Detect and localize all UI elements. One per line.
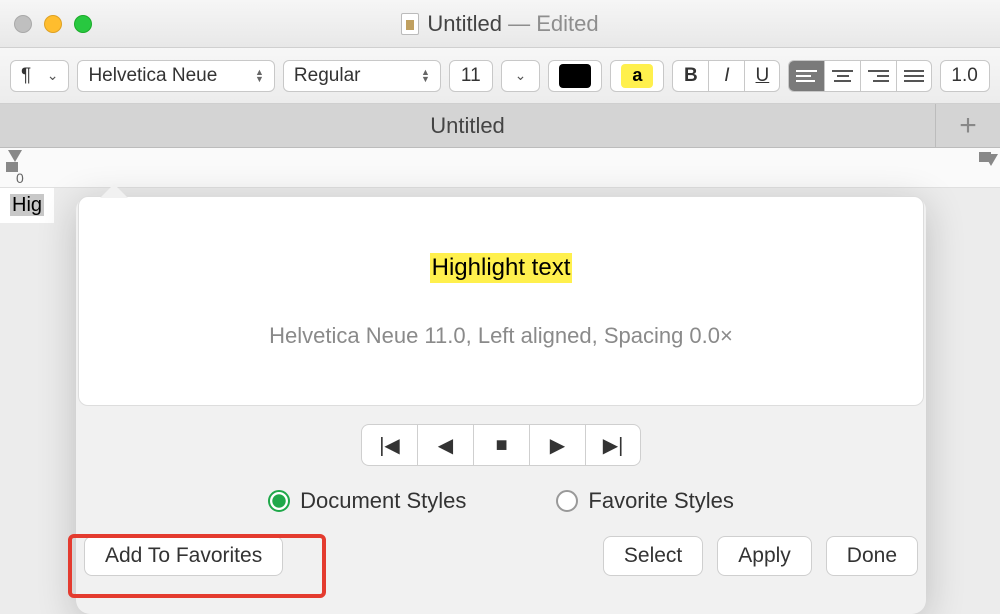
alignment-group [788, 60, 932, 92]
document-tab[interactable]: Untitled [0, 104, 936, 147]
highlight-swatch-icon: a [621, 64, 653, 88]
style-description: Helvetica Neue 11.0, Left aligned, Spaci… [269, 323, 733, 349]
align-justify-button[interactable] [896, 60, 932, 92]
bold-button[interactable]: B [672, 60, 708, 92]
font-family-dropdown[interactable]: Helvetica Neue ▲▼ [77, 60, 274, 92]
window-edited-label: — Edited [502, 11, 599, 36]
next-style-button[interactable]: ▶ [529, 424, 585, 466]
align-left-button[interactable] [788, 60, 824, 92]
italic-button[interactable]: I [708, 60, 744, 92]
line-spacing-value: 1.0 [951, 65, 977, 87]
updown-icon: ▲▼ [421, 69, 430, 83]
ruler-margin-marker[interactable] [979, 152, 991, 162]
minimize-window-button[interactable] [44, 15, 62, 33]
last-style-button[interactable]: ▶| [585, 424, 641, 466]
tab-bar: Untitled + [0, 104, 1000, 148]
highlight-color-swatch[interactable]: a [610, 60, 664, 92]
radio-unselected-icon [556, 490, 578, 512]
paragraph-symbol: ¶ [21, 65, 31, 87]
text-style-group: B I U [672, 60, 780, 92]
font-style-dropdown[interactable]: Regular ▲▼ [283, 60, 441, 92]
radio-label: Document Styles [300, 488, 466, 514]
radio-label: Favorite Styles [588, 488, 734, 514]
ruler[interactable]: 0 [0, 148, 1000, 188]
text-color-swatch[interactable] [548, 60, 602, 92]
font-size-stepper[interactable]: ⌄ [501, 60, 541, 92]
ruler-zero-label: 0 [16, 170, 24, 186]
add-to-favorites-button[interactable]: Add To Favorites [84, 536, 283, 576]
style-preview-text: Highlight text [430, 253, 573, 283]
window-titlebar: Untitled — Edited [0, 0, 1000, 48]
radio-selected-icon [268, 490, 290, 512]
chevron-down-icon: ⌄ [515, 67, 527, 84]
new-tab-button[interactable]: + [936, 104, 1000, 147]
window-title: Untitled — Edited [427, 11, 598, 37]
popover-arrow [100, 184, 128, 198]
updown-icon: ▲▼ [255, 69, 264, 83]
underline-button[interactable]: U [744, 60, 780, 92]
font-size-field[interactable]: 11 [449, 60, 493, 92]
font-style-value: Regular [294, 65, 361, 87]
select-button[interactable]: Select [603, 536, 703, 576]
document-styles-radio[interactable]: Document Styles [268, 488, 466, 514]
done-button[interactable]: Done [826, 536, 918, 576]
apply-button[interactable]: Apply [717, 536, 812, 576]
close-window-button[interactable] [14, 15, 32, 33]
stop-button[interactable]: ■ [473, 424, 529, 466]
maximize-window-button[interactable] [74, 15, 92, 33]
ruler-indent-marker[interactable] [8, 150, 22, 162]
font-size-value: 11 [461, 65, 481, 87]
document-body[interactable]: Hig [0, 188, 54, 223]
chevron-down-icon: ⌄ [47, 67, 59, 84]
style-preview-pane: Highlight text Helvetica Neue 11.0, Left… [78, 196, 924, 406]
line-spacing-dropdown[interactable]: 1.0 [940, 60, 990, 92]
align-right-button[interactable] [860, 60, 896, 92]
color-black-icon [559, 64, 591, 88]
favorite-styles-radio[interactable]: Favorite Styles [556, 488, 734, 514]
style-source-radios: Document Styles Favorite Styles [76, 488, 926, 514]
paragraph-style-dropdown[interactable]: ¶ ⌄ [10, 60, 69, 92]
document-text-fragment: Hig [10, 194, 44, 216]
document-icon [401, 13, 419, 35]
plus-icon: + [959, 109, 977, 143]
ruler-right-marker[interactable] [984, 152, 996, 162]
first-style-button[interactable]: |◀ [361, 424, 417, 466]
prev-style-button[interactable]: ◀ [417, 424, 473, 466]
style-nav-controls: |◀ ◀ ■ ▶ ▶| [76, 424, 926, 466]
align-center-button[interactable] [824, 60, 860, 92]
tab-label: Untitled [430, 113, 505, 139]
font-family-value: Helvetica Neue [88, 65, 217, 87]
format-toolbar: ¶ ⌄ Helvetica Neue ▲▼ Regular ▲▼ 11 ⌄ a … [0, 48, 1000, 104]
traffic-lights [14, 15, 92, 33]
window-title-text: Untitled [427, 11, 502, 36]
popover-button-row: Add To Favorites Select Apply Done [76, 536, 926, 576]
styles-popover: Highlight text Helvetica Neue 11.0, Left… [76, 196, 926, 614]
